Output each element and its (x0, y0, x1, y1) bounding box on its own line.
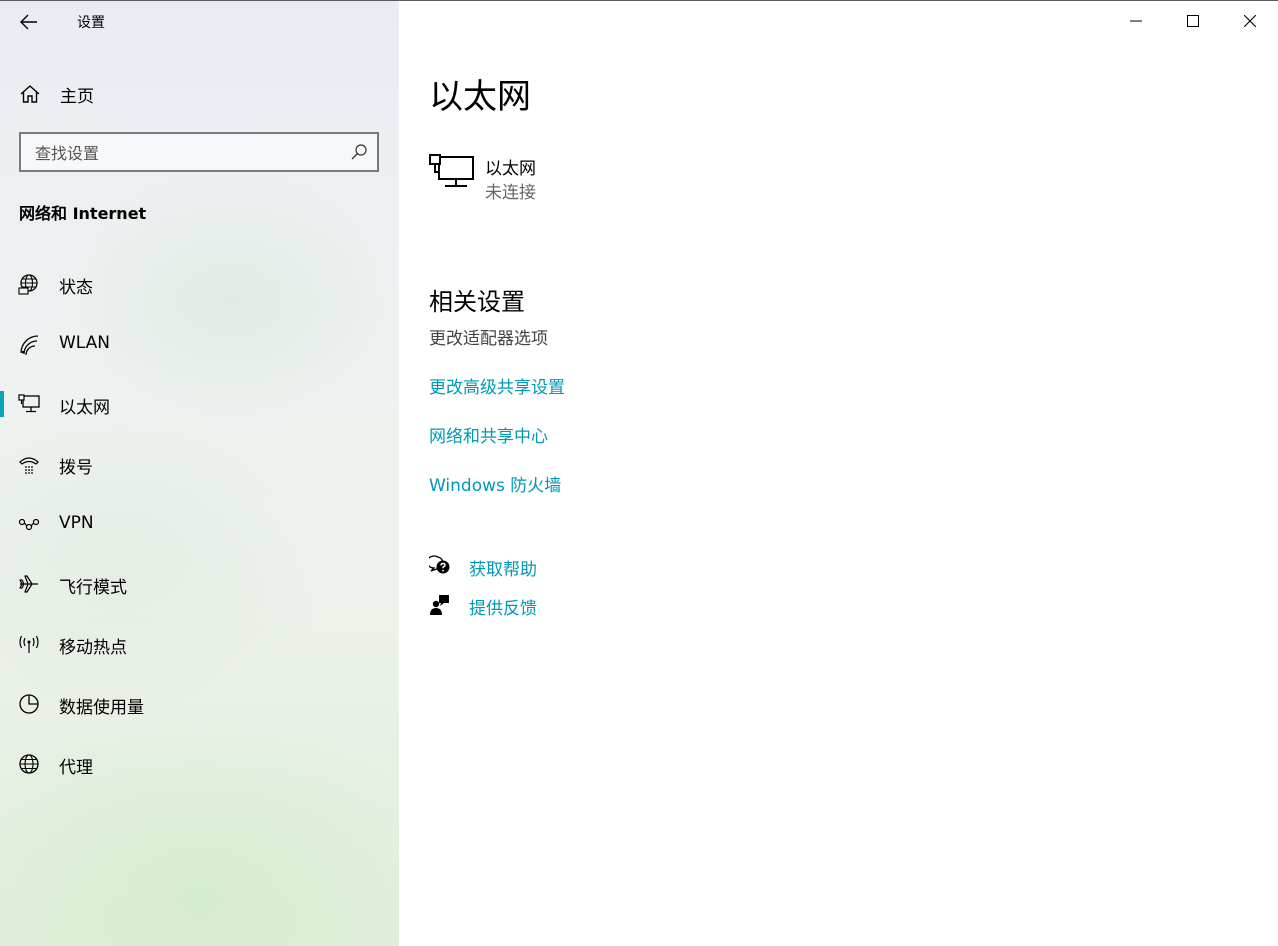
windows-firewall-link[interactable]: Windows 防火墙 (429, 471, 561, 496)
sidebar-item-label: 移动热点 (59, 638, 127, 658)
search-icon[interactable] (350, 143, 368, 161)
search-input[interactable] (21, 134, 357, 172)
search-box (19, 132, 379, 172)
minimize-icon (1129, 20, 1142, 22)
feedback-person-icon (430, 595, 449, 615)
feedback-row[interactable]: 提供反馈 (429, 592, 729, 620)
sidebar: 设置 主页 网络和 Internet 状态 (0, 1, 399, 946)
feedback-link[interactable]: 提供反馈 (469, 594, 537, 619)
sidebar-item-vpn[interactable]: VPN (0, 493, 399, 553)
sidebar-item-label: 状态 (59, 278, 93, 298)
sidebar-item-proxy[interactable]: 代理 (0, 733, 399, 793)
sidebar-item-ethernet[interactable]: 以太网 (0, 373, 399, 433)
ethernet-icon (18, 394, 40, 413)
dialup-icon (19, 457, 39, 474)
back-arrow-icon (20, 14, 37, 30)
maximize-button[interactable] (1164, 1, 1221, 41)
active-indicator (0, 391, 4, 417)
adapter-status: 未连接 (485, 183, 536, 203)
main-content: 以太网 以太网 未连接 相关设置 更改适配器选项 更改高级共享设置 网络和共享中… (399, 1, 1278, 946)
sidebar-item-status[interactable]: 状态 (0, 253, 399, 313)
sidebar-item-dialup[interactable]: 拨号 (0, 433, 399, 493)
maximize-icon (1186, 15, 1199, 27)
sidebar-item-wlan[interactable]: WLAN (0, 313, 399, 373)
sidebar-item-label: 拨号 (59, 458, 93, 478)
sidebar-item-label: 主页 (60, 87, 94, 107)
sidebar-item-hotspot[interactable]: 移动热点 (0, 613, 399, 673)
sidebar-item-airplane[interactable]: 飞行模式 (0, 553, 399, 613)
sidebar-item-label: WLAN (59, 333, 111, 353)
airplane-icon (19, 575, 38, 593)
sidebar-item-label: VPN (59, 513, 94, 533)
advanced-sharing-link[interactable]: 更改高级共享设置 (429, 373, 565, 398)
sidebar-nav: 状态 WLAN 以太网 拨号 VPN 飞行模式 移动热点 数据使用量 代理 (0, 253, 399, 793)
hotspot-icon (19, 635, 39, 653)
vpn-icon (18, 518, 40, 531)
minimize-button[interactable] (1107, 1, 1164, 41)
adapter-name[interactable]: 以太网 (485, 154, 536, 179)
sidebar-item-label: 数据使用量 (59, 698, 144, 718)
help-chat-icon (429, 555, 450, 574)
window-title: 设置 (77, 15, 105, 31)
ethernet-adapter-icon[interactable] (429, 152, 475, 192)
sidebar-item-home[interactable]: 主页 (0, 73, 399, 113)
sidebar-item-label: 以太网 (59, 398, 110, 418)
home-icon (20, 85, 40, 103)
sidebar-item-label: 飞行模式 (59, 578, 127, 598)
sidebar-item-data-usage[interactable]: 数据使用量 (0, 673, 399, 733)
get-help-row[interactable]: 获取帮助 (429, 553, 729, 581)
page-title: 以太网 (429, 77, 531, 117)
globe-status-icon (18, 274, 38, 295)
adapter-options-link[interactable]: 更改适配器选项 (429, 324, 548, 349)
wifi-icon (20, 335, 39, 355)
get-help-link[interactable]: 获取帮助 (469, 555, 537, 580)
settings-window: 设置 主页 网络和 Internet 状态 (0, 0, 1278, 946)
globe-proxy-icon (19, 754, 39, 774)
close-button[interactable] (1221, 1, 1278, 41)
data-usage-icon (19, 694, 39, 714)
related-settings-title: 相关设置 (429, 288, 525, 316)
network-sharing-center-link[interactable]: 网络和共享中心 (429, 422, 548, 447)
section-title: 网络和 Internet (19, 204, 147, 223)
sidebar-item-label: 代理 (59, 758, 93, 778)
back-button[interactable] (14, 9, 44, 35)
close-icon (1243, 15, 1256, 27)
